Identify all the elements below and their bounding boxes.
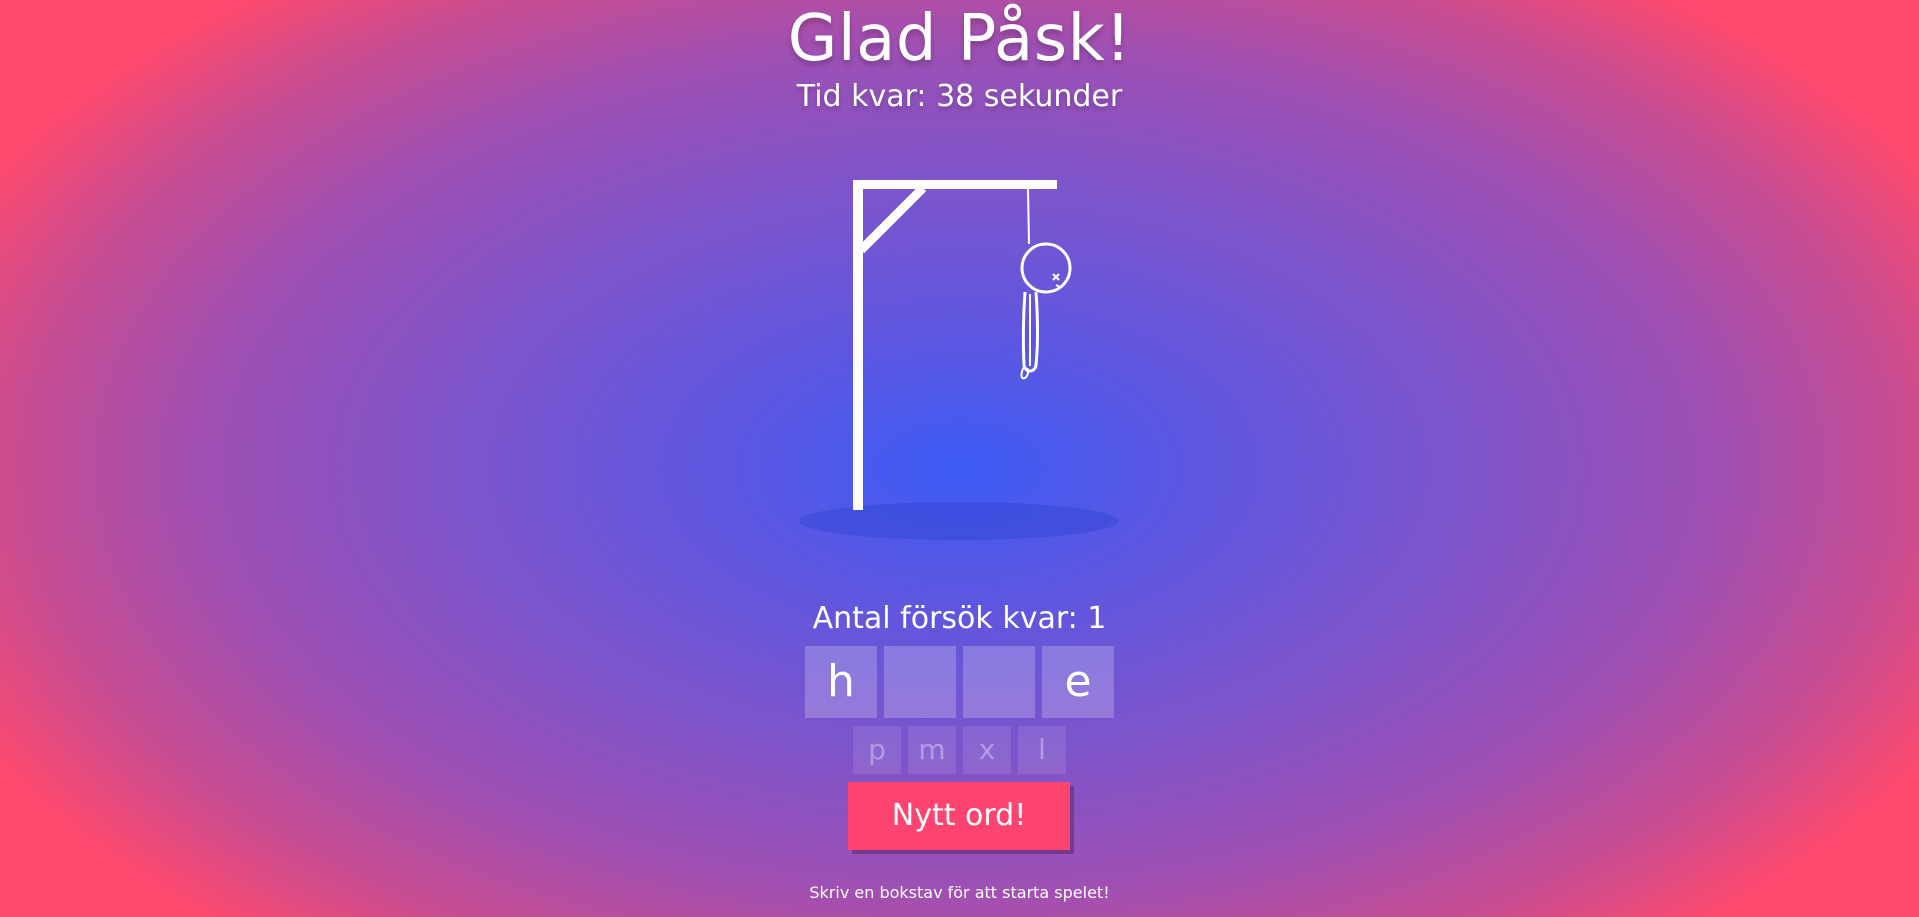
guessed-letter: p bbox=[853, 726, 901, 774]
new-word-button[interactable]: Nytt ord! bbox=[848, 782, 1070, 850]
guessed-letter: m bbox=[908, 726, 956, 774]
timer-text: Tid kvar: 38 sekunder bbox=[796, 79, 1123, 114]
hangman-stage bbox=[795, 170, 1125, 540]
guessed-letters: p m x l bbox=[0, 726, 1919, 774]
hangman-figure-icon bbox=[853, 180, 1072, 510]
letter-slot: h bbox=[805, 646, 877, 718]
guessed-letter: x bbox=[963, 726, 1011, 774]
letter-slot: e bbox=[1042, 646, 1114, 718]
page-title: Glad Påsk! bbox=[787, 2, 1132, 76]
word-slots: h e bbox=[0, 646, 1919, 718]
letter-slot bbox=[884, 646, 956, 718]
letter-slot bbox=[963, 646, 1035, 718]
guessed-letter: l bbox=[1018, 726, 1066, 774]
attempts-remaining: Antal försök kvar: 1 bbox=[812, 601, 1107, 636]
start-hint: Skriv en bokstav för att starta spelet! bbox=[809, 883, 1110, 902]
